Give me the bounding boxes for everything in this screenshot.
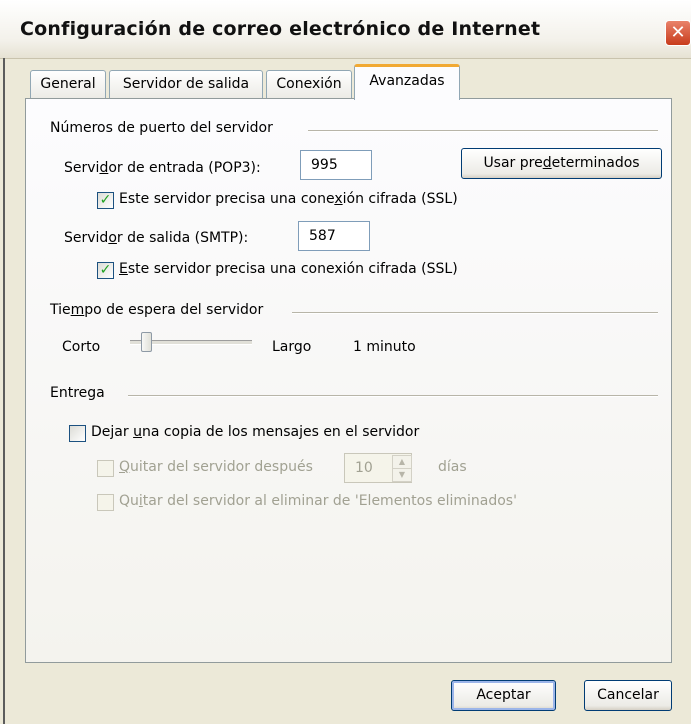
- spin-up-icon[interactable]: ▲: [392, 455, 412, 469]
- outgoing-ssl-label: Este servidor precisa una conexión cifra…: [119, 261, 458, 277]
- advanced-panel: [25, 98, 672, 663]
- incoming-server-label: Servidor de entrada (POP3):: [64, 160, 261, 176]
- remove-after-label: Quitar del servidor después: [119, 459, 313, 475]
- slider-long-label: Largo: [272, 339, 312, 355]
- slider-short-label: Corto: [62, 339, 101, 355]
- delivery-group-divider: [128, 395, 658, 397]
- window-title: Configuración de correo electrónico de I…: [20, 18, 541, 40]
- delivery-group-title: Entrega: [50, 385, 105, 401]
- incoming-port-input[interactable]: 995: [300, 150, 372, 180]
- timeout-group-divider: [292, 312, 658, 314]
- ports-group-divider: [308, 130, 658, 132]
- incoming-ssl-checkbox[interactable]: ✓: [97, 192, 114, 209]
- title-bar: Configuración de correo electrónico de I…: [0, 0, 691, 59]
- tab-advanced[interactable]: Avanzadas: [354, 64, 460, 100]
- outgoing-server-label: Servidor de salida (SMTP):: [64, 230, 249, 246]
- tab-connection[interactable]: Conexión: [266, 70, 352, 98]
- tab-general[interactable]: General: [30, 70, 106, 98]
- remove-deleted-checkbox[interactable]: [97, 494, 114, 511]
- timeout-group-title: Tiempo de espera del servidor: [50, 302, 264, 318]
- timeout-slider-thumb[interactable]: [141, 332, 153, 352]
- spin-down-icon[interactable]: ▼: [392, 468, 412, 482]
- leave-copy-checkbox[interactable]: [69, 425, 86, 442]
- remove-after-checkbox[interactable]: [97, 460, 114, 477]
- outgoing-port-input[interactable]: 587: [298, 221, 370, 251]
- close-icon[interactable]: ✕: [665, 20, 691, 46]
- days-label: días: [438, 459, 467, 475]
- leave-copy-label: Dejar una copia de los mensajes en el se…: [91, 424, 420, 440]
- ok-button[interactable]: Aceptar: [451, 680, 556, 711]
- use-defaults-button[interactable]: Usar predeterminados: [461, 148, 662, 179]
- incoming-ssl-label: Este servidor precisa una conexión cifra…: [119, 191, 458, 207]
- remove-deleted-label: Quitar del servidor al eliminar de 'Elem…: [119, 493, 517, 509]
- window-left-border: [3, 58, 5, 724]
- tab-outgoing-server[interactable]: Servidor de salida: [109, 70, 263, 98]
- outgoing-ssl-checkbox[interactable]: ✓: [97, 262, 114, 279]
- cancel-button[interactable]: Cancelar: [584, 680, 672, 711]
- timeout-value: 1 minuto: [353, 339, 416, 355]
- ports-group-title: Números de puerto del servidor: [50, 120, 273, 136]
